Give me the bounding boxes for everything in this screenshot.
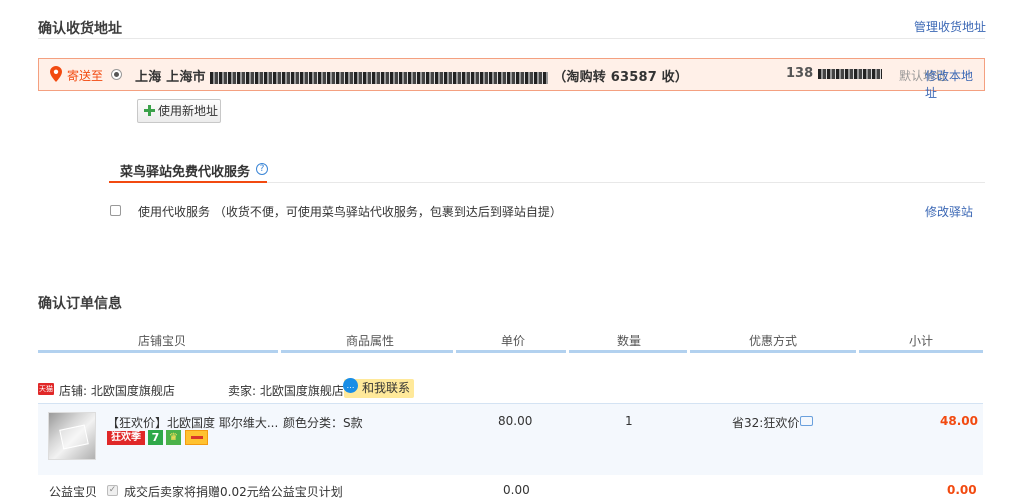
- divider: [38, 38, 985, 39]
- column-header-shop-item: 店铺宝贝: [138, 334, 187, 348]
- selected-address-row[interactable]: 寄送至 上海 上海市 （淘购转 63587 收） 138 默认地址 修改本地址: [38, 58, 985, 100]
- column-header-quantity: 数量: [617, 334, 642, 348]
- address-radio[interactable]: [111, 69, 122, 80]
- help-icon[interactable]: ?: [256, 163, 268, 175]
- header-bar-segment: [859, 350, 983, 353]
- column-header-unit-price: 单价: [501, 334, 526, 348]
- header-bar-segment: [456, 350, 566, 353]
- use-new-address-label: 使用新地址: [158, 104, 219, 118]
- product-title-link[interactable]: 【狂欢价】北欧国度 耶尔维大...: [107, 414, 278, 431]
- manage-address-link[interactable]: 管理收货地址: [914, 18, 986, 35]
- charity-subtotal: 0.00: [947, 483, 977, 497]
- charity-description: 成交后卖家将捐赠0.02元给公益宝贝计划: [124, 485, 343, 499]
- seven-day-return-icon: 7: [148, 430, 163, 445]
- discount-label: 省32:狂欢价: [732, 416, 800, 430]
- use-pickup-service-checkbox[interactable]: [110, 205, 121, 216]
- phone-number: 138: [786, 66, 882, 81]
- carnival-badge-icon: 狂欢季: [107, 431, 145, 445]
- header-bar-segment: [281, 350, 453, 353]
- column-header-attributes: 商品属性: [346, 334, 395, 348]
- shop-name[interactable]: 店铺: 北欧国度旗舰店: [59, 382, 175, 399]
- address-recipient-note: （淘购转 63587 收）: [553, 70, 689, 85]
- pickup-service-label: 使用代收服务 （收货不便，可使用菜鸟驿站代收服务，包裹到达后到驿站自提）: [138, 205, 562, 219]
- modify-station-link[interactable]: 修改驿站: [925, 203, 973, 220]
- gift-icon: ♛: [166, 430, 181, 445]
- unit-price: 80.00: [498, 414, 533, 428]
- redacted-address-detail: [210, 71, 549, 84]
- credit-card-icon: [185, 430, 208, 445]
- charity-checkbox: ✓: [107, 485, 118, 496]
- location-pin-icon: [50, 66, 62, 82]
- charity-price: 0.00: [503, 483, 530, 497]
- product-attribute: 颜色分类：S款: [283, 416, 363, 430]
- header-bar-segment: [690, 350, 856, 353]
- modify-address-link[interactable]: 修改本地址: [925, 67, 984, 101]
- chat-bubble-icon: …: [343, 378, 358, 393]
- phone-prefix: 138: [786, 66, 814, 81]
- send-to-label: 寄送至: [67, 69, 104, 83]
- address-text: 上海 上海市 （淘购转 63587 收）: [135, 66, 688, 85]
- charity-label: 公益宝贝: [49, 485, 98, 499]
- redacted-phone: [817, 68, 882, 79]
- header-bar-segment: [569, 350, 687, 353]
- header-bar-segment: [38, 350, 278, 353]
- active-tab-underline: [109, 181, 267, 183]
- address-section-title: 确认收货地址: [38, 21, 122, 37]
- quantity: 1: [625, 414, 633, 428]
- item-subtotal: 48.00: [940, 414, 978, 428]
- order-section-title: 确认订单信息: [38, 296, 122, 312]
- column-header-subtotal: 小计: [909, 334, 934, 348]
- order-table-header: 店铺宝贝 商品属性 单价 数量 优惠方式 小计: [38, 326, 983, 352]
- tmall-icon: 天猫: [38, 383, 54, 395]
- comment-icon[interactable]: [800, 416, 813, 426]
- table-header-bar: [38, 350, 983, 353]
- column-header-discount: 优惠方式: [749, 334, 798, 348]
- product-thumbnail[interactable]: [48, 412, 96, 460]
- use-new-address-button[interactable]: 使用新地址: [137, 99, 221, 123]
- address-prefix: 上海 上海市: [135, 70, 206, 85]
- plus-icon: [144, 105, 155, 116]
- seller-name: 卖家: 北欧国度旗舰店: [228, 384, 344, 398]
- cainiao-service-title: 菜鸟驿站免费代收服务: [120, 165, 251, 180]
